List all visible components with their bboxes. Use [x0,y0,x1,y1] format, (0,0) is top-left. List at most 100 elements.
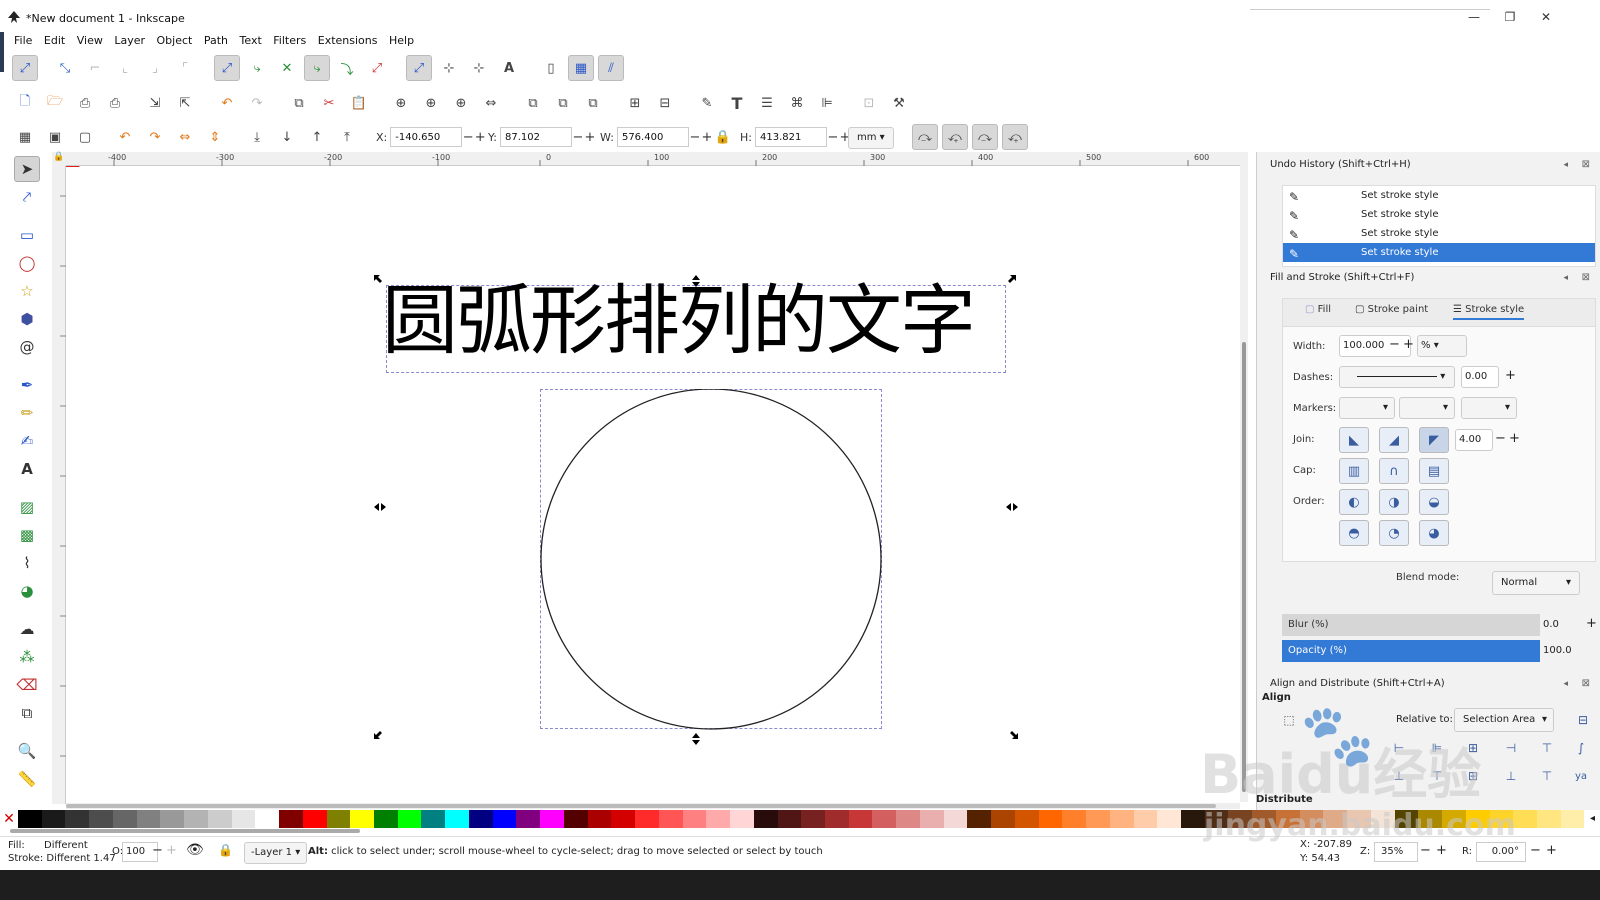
scale-corners-icon[interactable]: ⤽ [942,124,968,150]
align-text-baseline-icon[interactable]: ya [1570,766,1592,786]
color-swatch[interactable] [1513,810,1537,828]
opacity-indicator-increment[interactable]: + [166,843,177,858]
color-swatch[interactable] [231,810,256,828]
align-bottom-to-top-icon[interactable]: ⊥ [1388,766,1410,786]
color-swatch[interactable] [1370,810,1395,828]
color-swatch[interactable] [492,810,517,828]
butt-cap-icon[interactable]: ▥ [1339,458,1369,484]
color-swatch[interactable] [1062,810,1087,828]
miter-limit-input[interactable]: 4.00 [1455,429,1493,451]
spiral-tool-icon[interactable]: @ [14,334,40,360]
connector-tool-icon[interactable]: ⧉ [14,700,40,726]
color-swatch[interactable] [896,810,920,828]
mid-marker-select[interactable]: ▾ [1399,397,1455,419]
round-cap-icon[interactable]: ∩ [1379,458,1409,484]
snap-bbox-midpoint-button[interactable]: ⌟ [142,55,168,81]
y-increment-button[interactable]: + [584,130,596,145]
menu-extensions[interactable]: Extensions [314,32,382,50]
color-swatch[interactable] [1537,810,1561,828]
width-input[interactable]: 100.000 [1339,335,1411,357]
color-swatch[interactable] [112,810,137,828]
snap-toggle-button[interactable]: ⤢ [12,55,38,81]
star-tool-icon[interactable]: ☆ [14,278,40,304]
color-swatch[interactable] [445,810,469,828]
current-layer-select[interactable]: -Layer 1 ▾ [244,842,308,864]
snap-smooth-button[interactable]: ⤵ [334,55,360,81]
color-swatch[interactable] [1252,810,1276,828]
palette-menu-icon[interactable]: ◂ [1584,810,1600,828]
snap-guide-button[interactable]: ⫽ [598,55,624,81]
zoom-increment-button[interactable]: + [1436,843,1447,858]
dropper-tool-icon[interactable]: ⌇ [14,550,40,576]
close-panel-icon[interactable]: ⊠ [1582,155,1590,175]
color-swatch[interactable] [587,810,612,828]
horizontal-ruler[interactable]: -400 -300 -200 -100 0 100 200 300 400 50… [66,152,1240,166]
color-swatch[interactable] [801,810,825,828]
list-item[interactable]: ✎ Set stroke style [1283,224,1595,243]
color-swatch[interactable] [255,810,280,828]
color-swatch[interactable] [635,810,659,828]
color-swatch[interactable] [1323,810,1348,828]
redo-icon[interactable]: ↷ [244,90,270,116]
color-swatch[interactable] [136,810,161,828]
order-stroke-fill-markers-icon[interactable]: ◑ [1379,489,1409,515]
x-field[interactable]: X: -140.650 − + [376,126,486,148]
order-markers-stroke-fill-icon[interactable]: ◕ [1419,520,1449,546]
transform-gradients-icon[interactable]: ⤼ [972,124,998,150]
color-swatch[interactable] [1275,810,1300,828]
import-icon[interactable]: ⇲ [142,90,168,116]
paint-bucket-tool-icon[interactable]: ◕ [14,578,40,604]
minimize-button[interactable]: — [1466,10,1482,24]
pen-tool-icon[interactable]: ✒ [14,372,40,398]
color-swatch[interactable] [41,810,66,828]
3d-box-tool-icon[interactable]: ⬢ [14,306,40,332]
rectangle-tool-icon[interactable]: ▭ [14,222,40,248]
align-right-to-left-icon[interactable]: ⊢ [1388,738,1410,758]
zoom-page-width-icon[interactable]: ⇔ [478,90,504,116]
start-marker-select[interactable]: ▾ [1339,397,1395,419]
tab-stroke-style[interactable]: ☰ Stroke style [1453,304,1525,320]
color-swatch[interactable] [563,810,588,828]
lower-icon[interactable]: ↓ [274,124,300,150]
color-swatch[interactable] [1394,810,1419,828]
xml-editor-icon[interactable]: ⌘ [784,90,810,116]
opacity-slider[interactable]: Opacity (%) [1282,640,1540,662]
color-swatch[interactable] [1442,810,1466,828]
measure-tool-icon[interactable]: 📏 [14,766,40,792]
remove-overlaps-icon[interactable]: ⊟ [1572,710,1594,730]
dash-offset-increment-button[interactable]: + [1505,368,1516,383]
align-dialog-icon[interactable]: ⊫ [814,90,840,116]
layer-lock-icon[interactable]: 🔒 [218,843,233,857]
vertical-scroll-thumb[interactable] [1242,342,1246,792]
color-swatch[interactable] [540,810,564,828]
raise-to-top-icon[interactable]: ⤒ [334,124,360,150]
clone-icon[interactable]: ⧉ [550,90,576,116]
color-swatch[interactable] [1180,810,1205,828]
color-swatch[interactable] [824,810,849,828]
duplicate-icon[interactable]: ⧉ [520,90,546,116]
new-document-icon[interactable]: 🗋 [12,90,38,116]
order-stroke-markers-fill-icon[interactable]: ◔ [1379,520,1409,546]
list-item-selected[interactable]: ✎ Set stroke style [1283,243,1595,262]
export-icon[interactable]: ⇱ [172,90,198,116]
menu-path[interactable]: Path [200,32,232,50]
color-swatch[interactable] [753,810,778,828]
node-tool-icon[interactable]: ⤤ [14,184,40,210]
undo-icon[interactable]: ↶ [214,90,240,116]
menu-help[interactable]: Help [385,32,418,50]
snap-text-baseline-button[interactable]: A [496,55,522,81]
align-left-to-right-icon[interactable]: ⊤ [1536,738,1558,758]
snap-intersection-button[interactable]: ✕ [274,55,300,81]
menu-filters[interactable]: Filters [269,32,310,50]
color-swatch[interactable] [1109,810,1134,828]
center-vertical-axis-icon[interactable]: ⊞ [1462,738,1484,758]
snap-midpoint-button[interactable]: ⤢ [364,55,390,81]
color-swatch[interactable] [1014,810,1039,828]
snap-bbox-corner-button[interactable]: ⌞ [112,55,138,81]
fill-indicator-value[interactable]: Different [44,840,88,851]
blend-mode-select[interactable]: Normal ▾ [1492,571,1580,595]
opacity-indicator-decrement[interactable]: − [152,843,163,858]
x-decrement-button[interactable]: − [462,130,474,145]
menu-edit[interactable]: Edit [40,32,69,50]
y-decrement-button[interactable]: − [572,130,584,145]
